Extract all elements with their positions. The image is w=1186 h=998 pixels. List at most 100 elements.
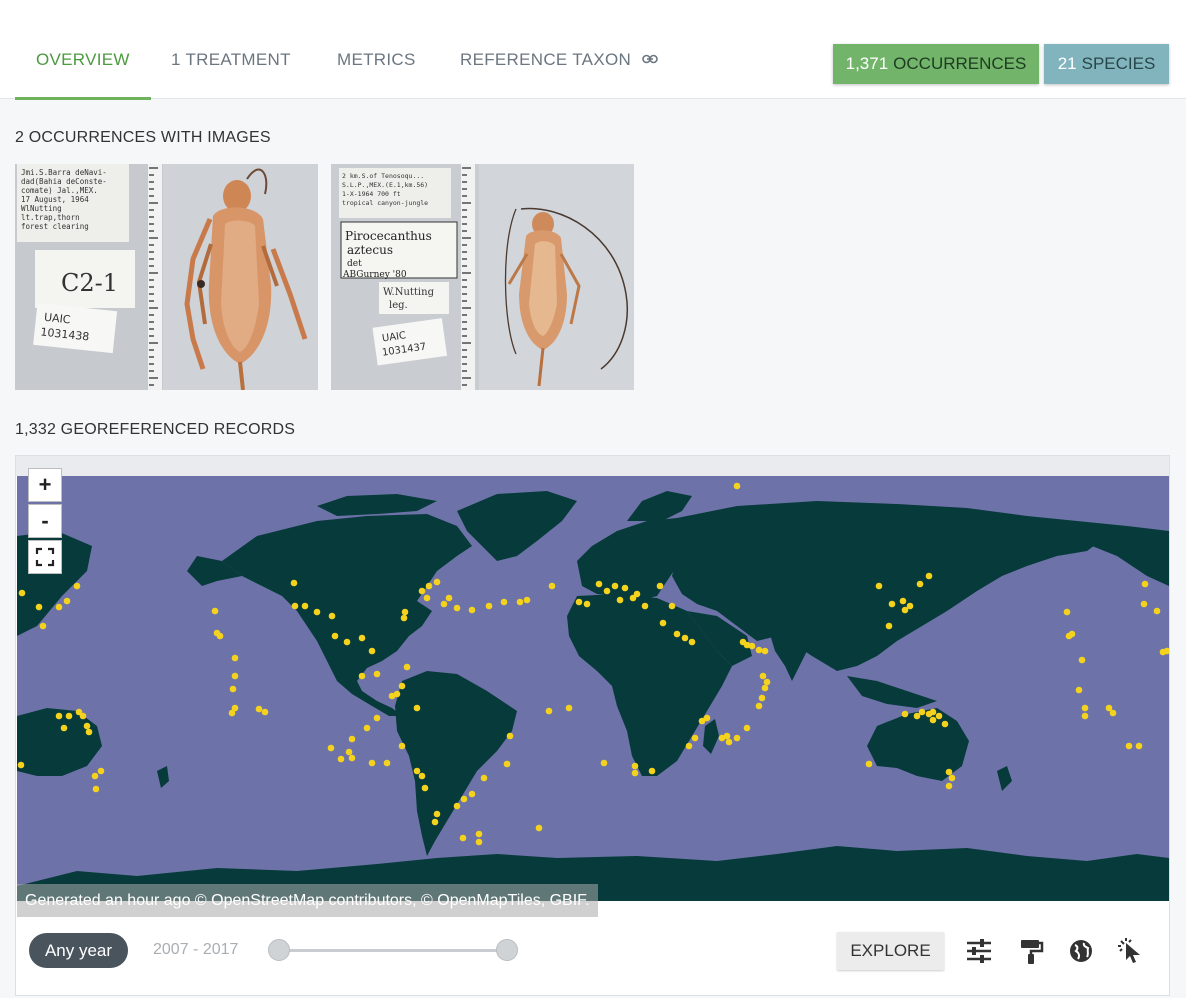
year-range-label: 2007 - 2017 <box>153 941 239 958</box>
occurrence-point <box>899 597 907 605</box>
occurrence-point <box>39 622 47 630</box>
occurrence-point <box>733 734 741 742</box>
occurrence-point <box>453 604 461 612</box>
occurrence-point <box>673 630 681 638</box>
occurrences-badge[interactable]: 1,371 OCCURRENCES <box>833 44 1039 84</box>
occurrence-point <box>503 760 511 768</box>
occurrence-point <box>328 612 336 620</box>
map-top-strip <box>16 456 1169 476</box>
occurrence-point <box>433 578 441 586</box>
year-range-start-handle[interactable] <box>268 939 290 961</box>
globe-icon[interactable] <box>1067 937 1095 965</box>
specimen-thumbnail[interactable]: Jmi.S.Barra deNavi- dad(Bahia deConste- … <box>15 164 318 390</box>
specimen-photo: 2 km.S.of Tenosoqu... S.L.P.,MEX.(E.1,km… <box>331 164 634 390</box>
occurrence-point <box>418 587 426 595</box>
field-code-label: C2-1 <box>61 269 118 297</box>
det-label-genus: Pirocecanthus <box>345 229 432 243</box>
locality-label-line: comate) Jal.,MEX. <box>21 186 98 195</box>
locality-label-line: S.L.P.,MEX.(E.1,km.56) <box>342 181 428 189</box>
species-label: SPECIES <box>1081 54 1156 73</box>
occurrence-point <box>368 647 376 655</box>
occurrence-point <box>345 748 353 756</box>
occurrence-point <box>925 572 933 580</box>
occurrence-point <box>656 582 664 590</box>
map-canvas[interactable] <box>17 476 1169 901</box>
explore-button[interactable]: EXPLORE <box>837 932 944 970</box>
locality-label-line: lt.trap,thorn <box>21 213 80 222</box>
occurrence-point <box>1081 704 1089 712</box>
tab-metrics-label: METRICS <box>337 50 416 69</box>
occurrence-point <box>211 607 219 615</box>
occurrence-point <box>468 790 476 798</box>
specimen-photo: Jmi.S.Barra deNavi- dad(Bahia deConste- … <box>15 164 318 390</box>
locality-label-line: tropical canyon-jungle <box>342 199 428 207</box>
occurrence-point <box>65 712 73 720</box>
species-badge[interactable]: 21 SPECIES <box>1044 44 1169 84</box>
occurrence-point <box>401 608 409 616</box>
occurrence-point <box>343 638 351 646</box>
occurrence-point <box>425 582 433 590</box>
occurrence-point <box>459 834 467 842</box>
occurrence-point <box>611 582 619 590</box>
any-year-chip[interactable]: Any year <box>29 933 128 968</box>
occurrence-point <box>631 769 639 777</box>
fullscreen-button[interactable] <box>28 540 62 574</box>
year-range-slider[interactable] <box>280 949 508 952</box>
paint-roller-icon[interactable] <box>1017 937 1045 965</box>
occurrence-point <box>733 482 741 490</box>
occurrence-point <box>388 692 396 700</box>
sliders-icon[interactable] <box>965 937 993 965</box>
occurrence-point <box>35 603 43 611</box>
occurrence-point <box>400 614 408 622</box>
occurrence-point <box>301 602 309 610</box>
occurrence-point <box>945 782 953 790</box>
occurrence-point <box>255 705 263 713</box>
occurrence-point <box>92 785 100 793</box>
occurrence-point <box>433 810 441 818</box>
occurrence-point <box>723 732 731 740</box>
occurrence-point <box>1078 656 1086 664</box>
det-label-det: det <box>347 259 362 269</box>
occurrence-point <box>506 732 514 740</box>
year-range-end-handle[interactable] <box>496 939 518 961</box>
occurrence-point <box>688 638 696 646</box>
occurrence-point <box>440 600 448 608</box>
tab-overview[interactable]: OVERVIEW <box>15 50 151 100</box>
tab-reference-taxon[interactable]: REFERENCE TAXON <box>460 50 658 99</box>
occurrence-point <box>935 712 943 720</box>
occurrence-point <box>916 580 924 588</box>
occurrence-point <box>681 634 689 642</box>
zoom-in-label: + <box>38 472 52 497</box>
tab-metrics[interactable]: METRICS <box>337 50 416 99</box>
link-icon <box>637 52 658 69</box>
map-heading: 1,332 GEOREFERENCED RECORDS <box>15 421 296 438</box>
occurrence-point <box>85 728 93 736</box>
occurrence-point <box>231 672 239 680</box>
occurrence-point <box>865 760 873 768</box>
locality-label-line: 1-X-1964 700 ft <box>342 190 401 198</box>
occurrence-point <box>523 596 531 604</box>
occurrence-point <box>290 579 298 587</box>
occurrence-point <box>421 784 429 792</box>
pointer-select-icon[interactable] <box>1117 937 1145 965</box>
occurrence-point <box>948 774 956 782</box>
occurrence-point <box>348 754 356 762</box>
occurrence-point <box>460 795 468 803</box>
specimen-thumbnail[interactable]: 2 km.S.of Tenosoqu... S.L.P.,MEX.(E.1,km… <box>331 164 634 390</box>
images-heading: 2 OCCURRENCES WITH IMAGES <box>15 129 271 146</box>
occurrence-point <box>565 704 573 712</box>
zoom-in-button[interactable]: + <box>28 468 62 502</box>
zoom-out-button[interactable]: - <box>28 504 62 538</box>
tab-treatment[interactable]: 1 TREATMENT <box>171 50 291 99</box>
occurrence-point <box>691 734 699 742</box>
occurrences-count: 1,371 <box>845 54 889 73</box>
tab-bar: OVERVIEW 1 TREATMENT METRICS REFERENCE T… <box>0 0 1186 100</box>
occurrence-point <box>761 684 769 692</box>
det-label-species: aztecus <box>347 243 393 257</box>
occurrence-point <box>918 708 926 716</box>
occurrence-point <box>583 600 591 608</box>
tab-overview-label: OVERVIEW <box>36 50 130 69</box>
det-label-determiner: ABGurney '80 <box>342 270 407 280</box>
species-count: 21 <box>1057 54 1077 73</box>
occurrence-point <box>929 716 937 724</box>
